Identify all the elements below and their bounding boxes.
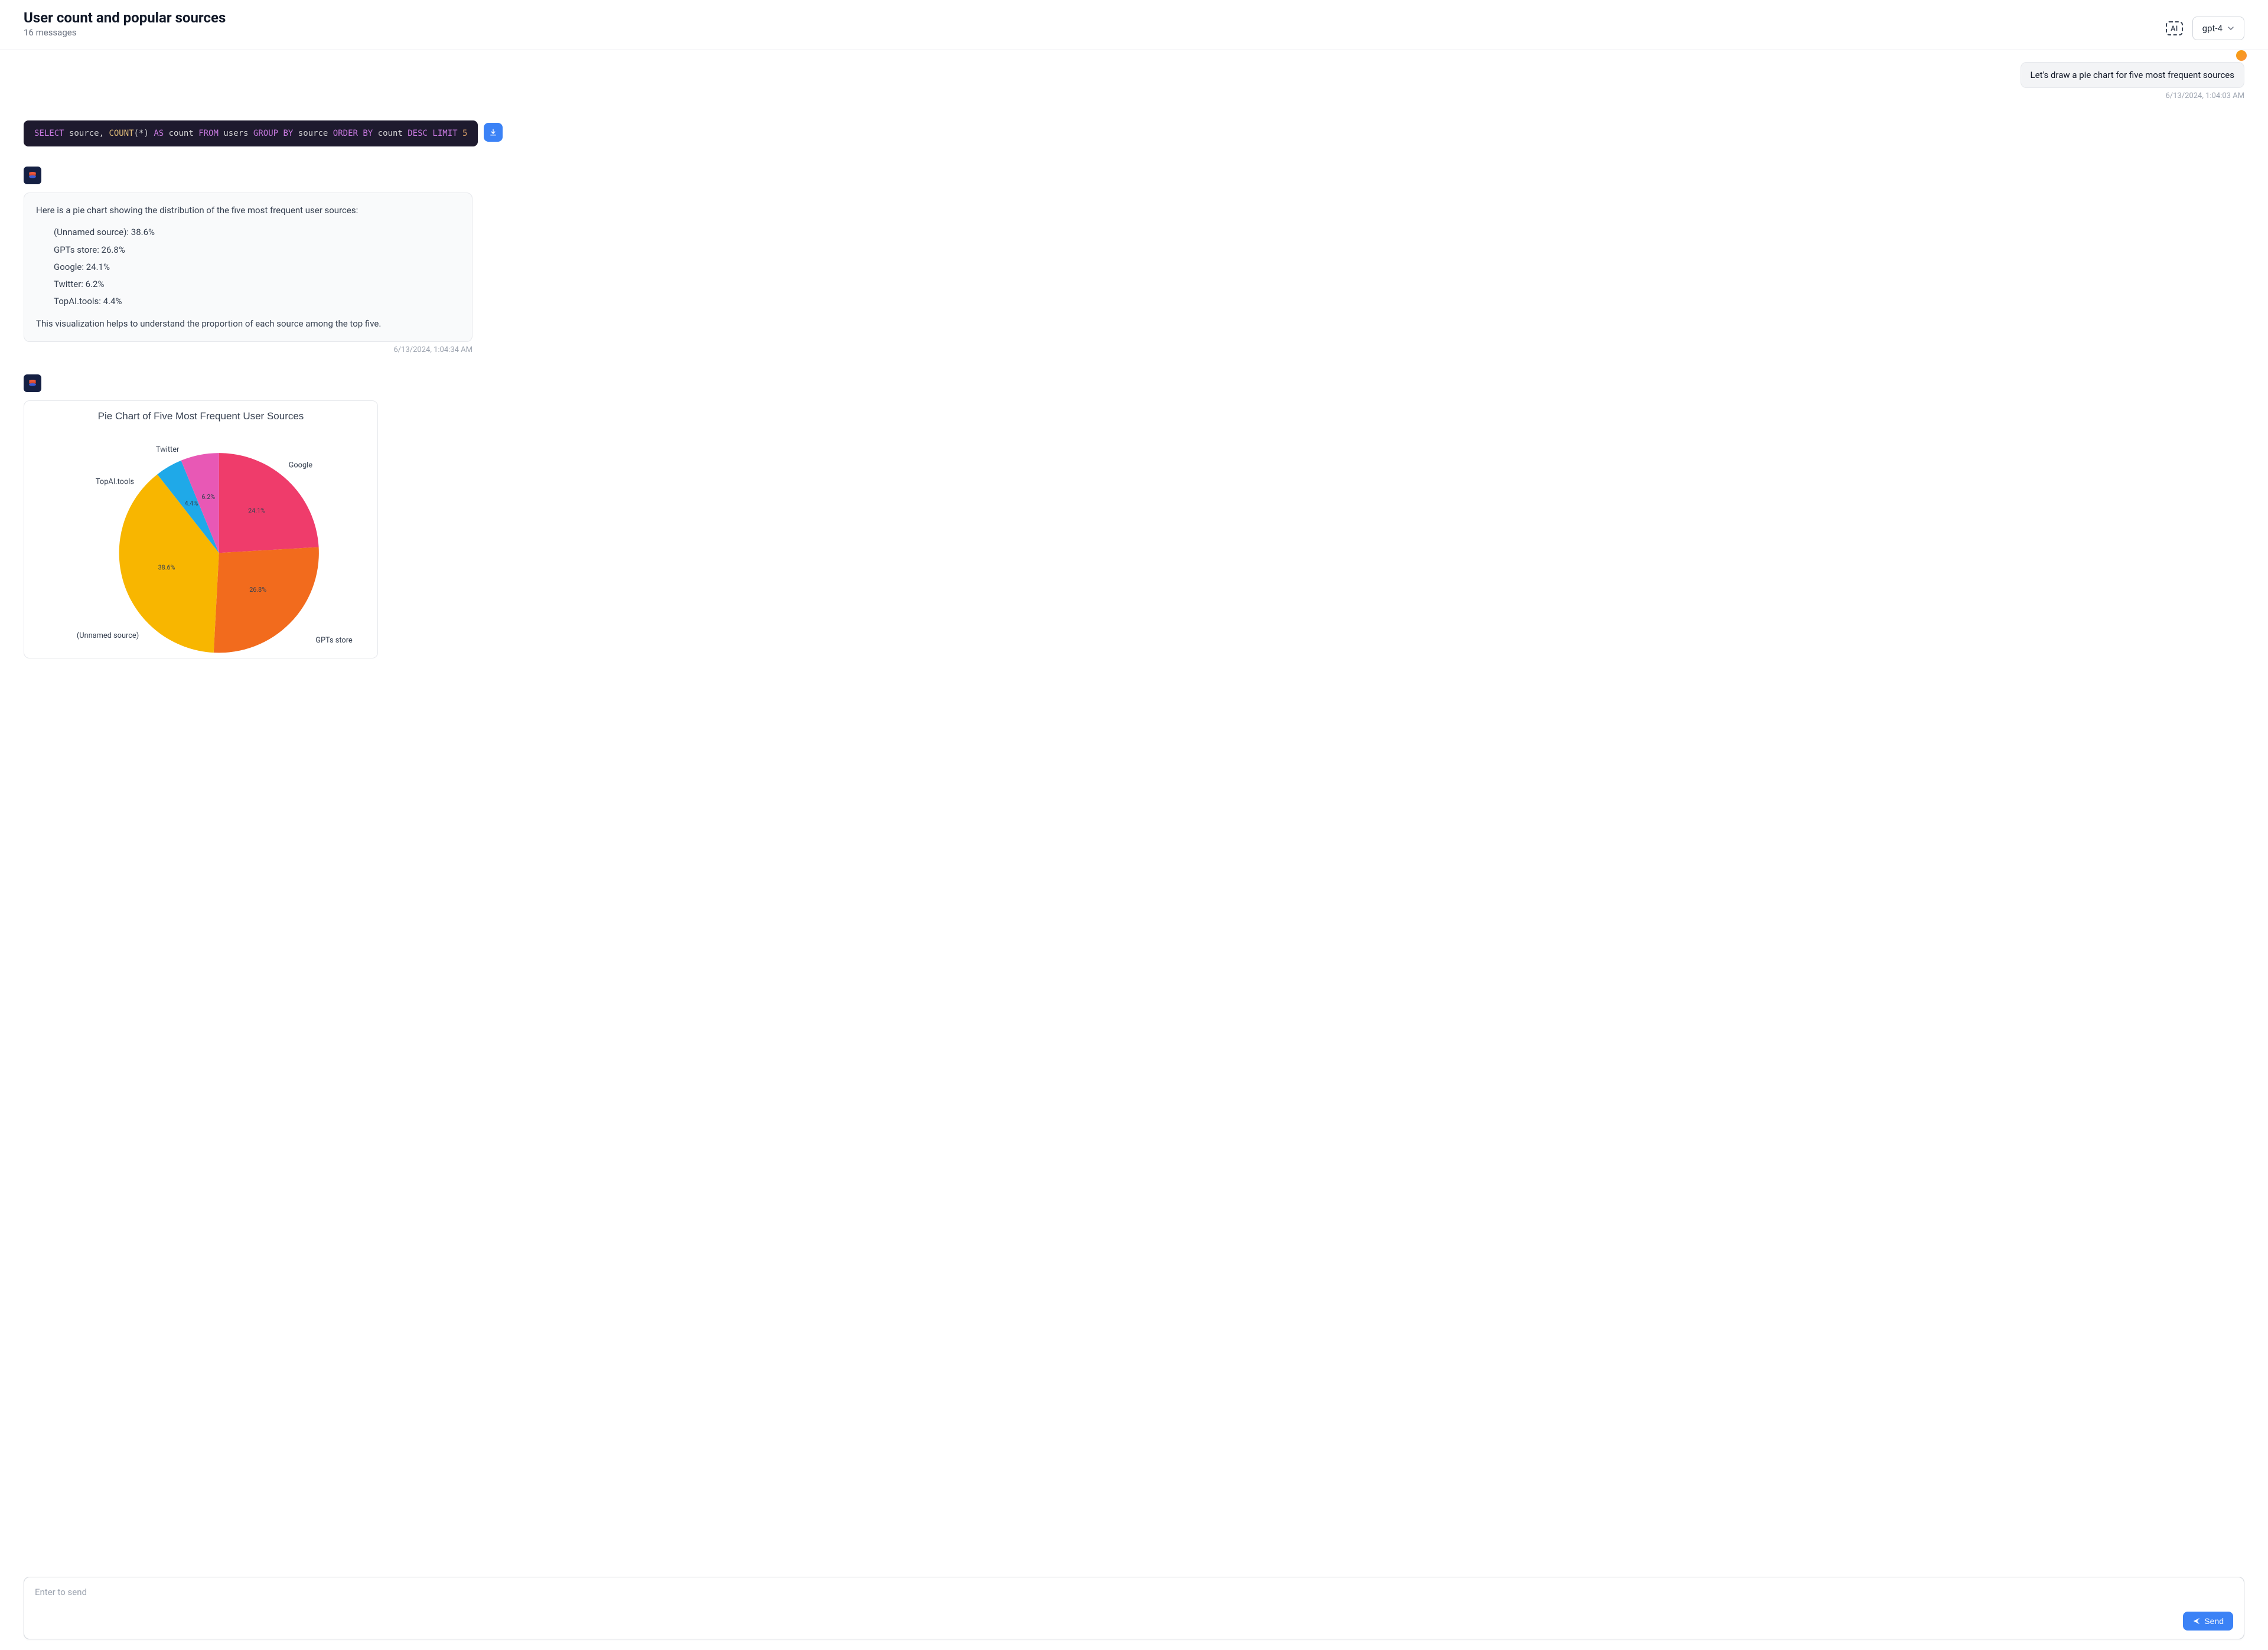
header-right: AI gpt-4 — [2166, 17, 2244, 40]
pie-chart: 24.1% Google 26.8% GPTs store 38.6% (Unnamed … — [31, 426, 370, 656]
message-input[interactable] — [35, 1587, 2233, 1597]
sql-code-block: SELECT source, COUNT(*) AS count FROM us… — [24, 120, 478, 146]
slice-category-label: Google — [289, 461, 313, 469]
ai-message-timestamp: 6/13/2024, 1:04:34 AM — [24, 345, 472, 354]
sql-keyword: DESC — [408, 129, 428, 138]
ai-badge-icon: AI — [2166, 21, 2182, 35]
header-left: User count and popular sources 16 messag… — [24, 9, 226, 38]
ai-chart-block: Pie Chart of Five Most Frequent User Sou… — [24, 374, 2244, 659]
chart-card: Pie Chart of Five Most Frequent User Sou… — [24, 400, 378, 659]
sql-keyword: LIMIT — [432, 129, 457, 138]
composer: Send — [24, 1577, 2244, 1639]
list-item: GPTs store: 26.8% — [54, 243, 460, 257]
model-name: gpt-4 — [2202, 23, 2223, 34]
user-message-timestamp: 6/13/2024, 1:04:03 AM — [24, 92, 2244, 100]
sql-text: users — [219, 129, 253, 138]
ai-message-bubble: Here is a pie chart showing the distribu… — [24, 193, 472, 342]
sql-text: source, — [64, 129, 109, 138]
send-button[interactable]: Send — [2183, 1612, 2233, 1631]
slice-percent-label: 38.6% — [158, 563, 175, 571]
header: User count and popular sources 16 messag… — [0, 0, 2268, 50]
message-count: 16 messages — [24, 27, 226, 38]
ai-outro-text: This visualization helps to understand t… — [36, 317, 460, 331]
slice-percent-label: 26.8% — [249, 586, 266, 594]
sql-number: 5 — [462, 129, 467, 138]
model-selector[interactable]: gpt-4 — [2192, 17, 2244, 40]
chat-body: Let's draw a pie chart for five most fre… — [0, 62, 2268, 753]
list-item: TopAI.tools: 4.4% — [54, 295, 460, 308]
page-title: User count and popular sources — [24, 9, 226, 26]
sql-keyword: GROUP BY — [253, 129, 293, 138]
code-block-row: SELECT source, COUNT(*) AS count FROM us… — [24, 120, 2244, 146]
list-item: (Unnamed source): 38.6% — [54, 226, 460, 239]
source-list: (Unnamed source): 38.6% GPTs store: 26.8… — [54, 226, 460, 308]
slice-percent-label: 4.4% — [185, 500, 198, 507]
user-message-bubble: Let's draw a pie chart for five most fre… — [2021, 62, 2244, 88]
sql-keyword: FROM — [198, 129, 219, 138]
sql-text: (*) — [134, 129, 154, 138]
sql-keyword: ORDER BY — [333, 129, 373, 138]
list-item: Google: 24.1% — [54, 260, 460, 274]
sql-keyword: AS — [154, 129, 164, 138]
slice-category-label: Twitter — [156, 445, 180, 454]
user-avatar-icon — [2236, 50, 2247, 61]
sql-text: source — [293, 129, 333, 138]
send-label: Send — [2204, 1616, 2224, 1626]
list-item: Twitter: 6.2% — [54, 278, 460, 291]
slice-category-label: TopAI.tools — [96, 477, 134, 486]
ai-avatar-icon — [24, 167, 41, 184]
sql-keyword: SELECT — [34, 129, 64, 138]
ai-message-block: Here is a pie chart showing the distribu… — [24, 167, 2244, 354]
download-button[interactable] — [484, 123, 503, 142]
pie-slice — [214, 547, 319, 653]
user-message-row: Let's draw a pie chart for five most fre… — [24, 62, 2244, 88]
ai-avatar-icon — [24, 374, 41, 392]
chevron-down-icon — [2227, 25, 2234, 32]
sql-text: count — [373, 129, 408, 138]
ai-intro-text: Here is a pie chart showing the distribu… — [36, 204, 460, 217]
slice-percent-label: 6.2% — [201, 493, 215, 501]
slice-category-label: (Unnamed source) — [77, 631, 139, 640]
sql-function: COUNT — [109, 129, 133, 138]
sql-text — [458, 129, 462, 138]
send-icon — [2192, 1617, 2201, 1625]
download-icon — [488, 128, 498, 137]
composer-footer: Send — [35, 1612, 2233, 1631]
slice-category-label: GPTs store — [315, 636, 353, 645]
sql-text: count — [164, 129, 198, 138]
chart-title: Pie Chart of Five Most Frequent User Sou… — [31, 410, 370, 422]
slice-percent-label: 24.1% — [248, 507, 265, 514]
